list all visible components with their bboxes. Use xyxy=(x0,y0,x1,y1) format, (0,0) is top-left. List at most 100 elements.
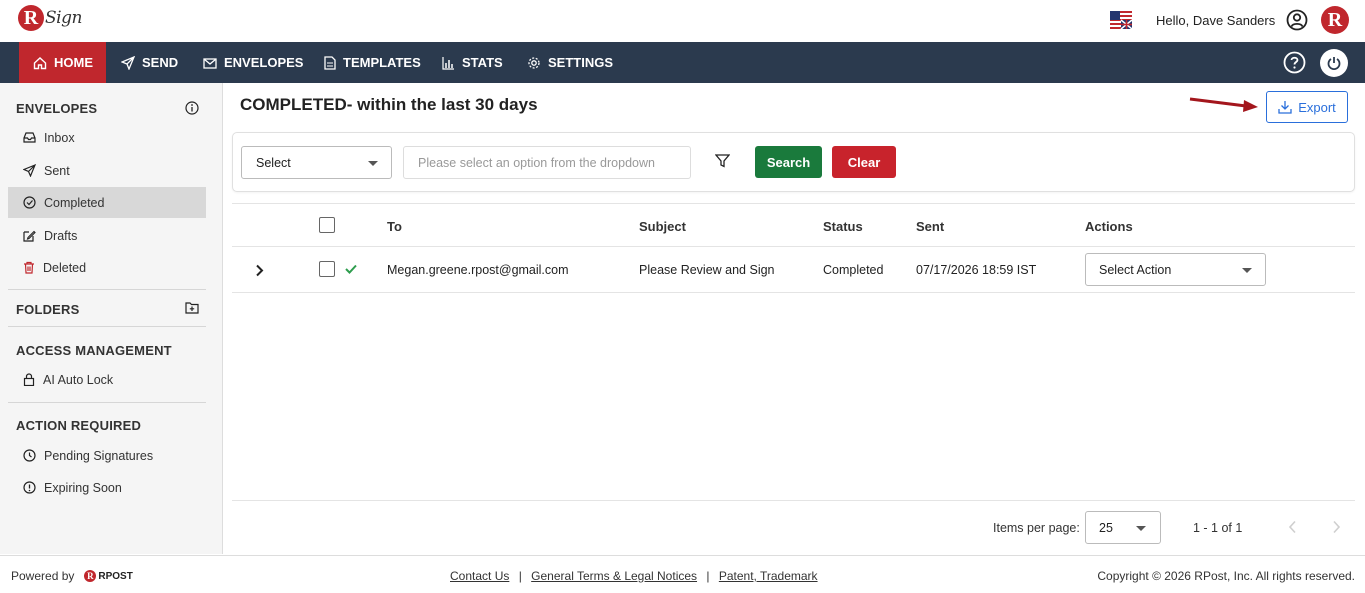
pagination: Items per page: 25 1 - 1 of 1 xyxy=(232,500,1355,554)
nav-home[interactable]: HOME xyxy=(19,42,106,83)
inbox-icon xyxy=(23,132,36,143)
row-to: Megan.greene.rpost@gmail.com xyxy=(387,263,569,277)
sidebar-item-drafts[interactable]: Drafts xyxy=(8,220,206,251)
next-page-icon[interactable] xyxy=(1332,520,1341,534)
table-header: To Subject Status Sent Actions xyxy=(232,203,1355,247)
chevron-down-icon xyxy=(368,161,378,166)
page-range: 1 - 1 of 1 xyxy=(1193,521,1243,535)
sidebar-item-sent[interactable]: Sent xyxy=(8,155,206,186)
rsign-logo[interactable]: R Sign xyxy=(18,5,82,31)
items-per-page-label: Items per page: xyxy=(993,521,1080,535)
sidebar-item-completed[interactable]: Completed xyxy=(8,187,206,218)
column-header-sent[interactable]: Sent xyxy=(916,219,944,234)
filter-select[interactable]: Select xyxy=(241,146,392,179)
select-action-dropdown[interactable]: Select Action xyxy=(1085,253,1266,286)
copyright: Copyright © 2026 RPost, Inc. All rights … xyxy=(1097,569,1355,583)
clear-button[interactable]: Clear xyxy=(832,146,896,178)
column-header-to[interactable]: To xyxy=(387,219,402,234)
sidebar-item-deleted[interactable]: Deleted xyxy=(8,252,206,283)
chevron-right-icon[interactable] xyxy=(255,264,264,277)
sidebar-item-label: Drafts xyxy=(44,228,78,243)
column-header-status[interactable]: Status xyxy=(823,219,863,234)
sidebar-item-expiring-soon[interactable]: Expiring Soon xyxy=(8,472,206,503)
row-sent: 07/17/2026 18:59 IST xyxy=(916,263,1037,277)
table-row: Megan.greene.rpost@gmail.com Please Revi… xyxy=(232,247,1355,293)
envelopes-heading: ENVELOPES xyxy=(16,101,98,116)
home-icon xyxy=(33,56,47,69)
user-greeting: Hello, Dave Sanders xyxy=(1156,13,1276,28)
link-separator: | xyxy=(706,569,710,583)
nav-stats[interactable]: STATS xyxy=(442,42,503,83)
nav-envelopes[interactable]: ENVELOPES xyxy=(203,42,303,83)
action-required-heading: ACTION REQUIRED xyxy=(16,418,142,433)
search-button[interactable]: Search xyxy=(755,146,822,178)
sidebar-item-inbox[interactable]: Inbox xyxy=(8,122,206,153)
items-per-page-select[interactable]: 25 xyxy=(1085,511,1161,544)
chevron-down-icon xyxy=(1242,268,1252,273)
bar-chart-icon xyxy=(442,56,454,70)
sidebar-divider xyxy=(8,326,206,327)
column-header-actions: Actions xyxy=(1085,219,1133,234)
filter-icon[interactable] xyxy=(715,154,730,168)
rpost-logo-text: RPOST xyxy=(98,570,133,582)
nav-home-label: HOME xyxy=(54,55,93,70)
help-icon[interactable] xyxy=(1283,51,1306,74)
export-label: Export xyxy=(1298,99,1336,115)
sidebar-item-label: Pending Signatures xyxy=(44,448,154,463)
chevron-down-icon xyxy=(1136,526,1146,531)
filter-input[interactable]: Please select an option from the dropdow… xyxy=(403,146,691,179)
footer-links: Contact Us | General Terms & Legal Notic… xyxy=(450,569,818,583)
clock-icon xyxy=(23,449,36,462)
envelope-icon xyxy=(203,57,217,69)
sidebar-item-label: Completed xyxy=(44,195,105,210)
sidebar-item-label: Sent xyxy=(44,163,70,178)
sidebar-item-ai-auto-lock[interactable]: AI Auto Lock xyxy=(8,364,206,395)
nav-envelopes-label: ENVELOPES xyxy=(224,55,304,70)
access-management-heading: ACCESS MANAGEMENT xyxy=(16,343,172,358)
sidebar-divider xyxy=(8,289,206,290)
info-icon[interactable] xyxy=(185,101,199,115)
select-all-checkbox[interactable] xyxy=(319,217,335,233)
gear-icon xyxy=(528,56,540,69)
power-icon xyxy=(1327,57,1341,70)
sidebar-item-label: Expiring Soon xyxy=(44,480,122,495)
contact-us-link[interactable]: Contact Us xyxy=(450,569,509,583)
top-header: R Sign Hello, Dave Sanders R xyxy=(0,0,1365,42)
filter-select-value: Select xyxy=(256,155,291,170)
rpost-logo: R RPOST xyxy=(84,570,133,582)
check-icon xyxy=(345,264,357,274)
us-uk-flag-icon[interactable] xyxy=(1110,11,1132,29)
row-subject: Please Review and Sign xyxy=(639,263,775,277)
sidebar-item-label: Deleted xyxy=(43,260,87,275)
lock-icon xyxy=(23,373,35,386)
terms-link[interactable]: General Terms & Legal Notices xyxy=(531,569,697,583)
sidebar-item-pending-signatures[interactable]: Pending Signatures xyxy=(8,440,206,471)
rpost-logo-mark: R xyxy=(84,570,97,582)
powered-by: Powered by R RPOST xyxy=(11,569,133,583)
rpost-badge[interactable]: R xyxy=(1321,6,1349,34)
patent-trademark-link[interactable]: Patent, Trademark xyxy=(719,569,818,583)
nav-templates[interactable]: TEMPLATES xyxy=(324,42,421,83)
sidebar-item-label: Inbox xyxy=(44,130,75,145)
export-button[interactable]: Export xyxy=(1266,91,1348,123)
link-separator: | xyxy=(518,569,522,583)
nav-stats-label: STATS xyxy=(462,55,503,70)
check-circle-icon xyxy=(23,196,36,209)
powered-by-label: Powered by xyxy=(11,569,75,583)
user-profile-icon[interactable] xyxy=(1286,9,1308,31)
select-action-value: Select Action xyxy=(1099,262,1172,277)
logo-r-mark: R xyxy=(18,5,44,31)
nav-settings[interactable]: SETTINGS xyxy=(527,42,613,83)
nav-settings-label: SETTINGS xyxy=(548,55,614,70)
add-folder-icon[interactable] xyxy=(185,301,199,314)
logout-button[interactable] xyxy=(1320,49,1348,77)
page-title: COMPLETED- within the last 30 days xyxy=(240,95,538,114)
row-checkbox[interactable] xyxy=(319,261,335,277)
nav-send[interactable]: SEND xyxy=(121,42,178,83)
column-header-subject[interactable]: Subject xyxy=(639,219,686,234)
sidebar-item-label: AI Auto Lock xyxy=(43,372,114,387)
previous-page-icon[interactable] xyxy=(1288,520,1297,534)
sidebar-divider xyxy=(8,402,206,403)
folders-heading: FOLDERS xyxy=(16,302,80,317)
items-per-page-value: 25 xyxy=(1099,520,1113,535)
